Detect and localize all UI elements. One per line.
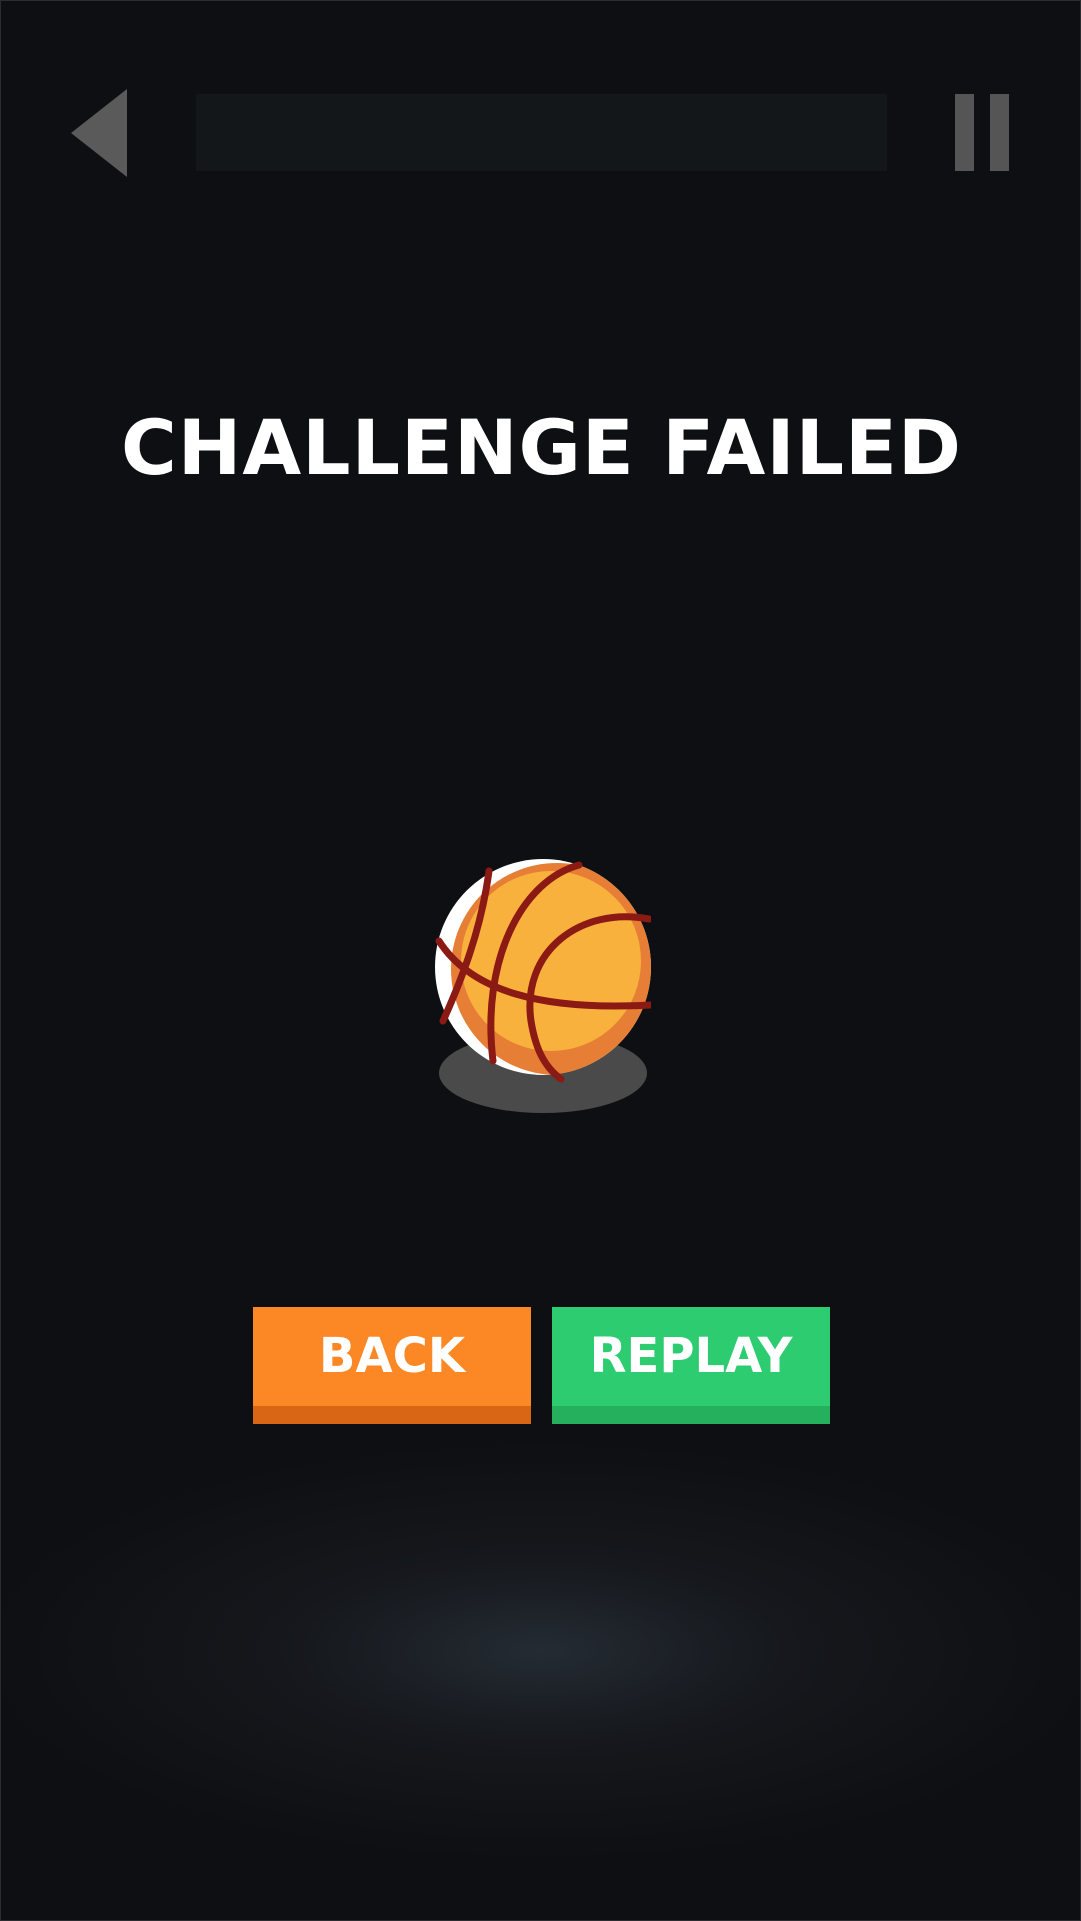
pause-button[interactable] <box>955 94 1009 171</box>
back-button[interactable]: BACK <box>253 1307 531 1424</box>
basketball-icon <box>431 851 655 1116</box>
pause-icon-bar <box>990 94 1009 171</box>
progress-bar <box>196 94 887 171</box>
game-over-screen: CHALLENGE FAILED BACK REPLAY <box>0 0 1081 1921</box>
floor-glow <box>1 1401 1080 1901</box>
challenge-title: CHALLENGE FAILED <box>120 403 963 492</box>
replay-button[interactable]: REPLAY <box>552 1307 830 1424</box>
back-triangle-icon[interactable] <box>71 89 127 177</box>
pause-icon <box>955 94 974 171</box>
